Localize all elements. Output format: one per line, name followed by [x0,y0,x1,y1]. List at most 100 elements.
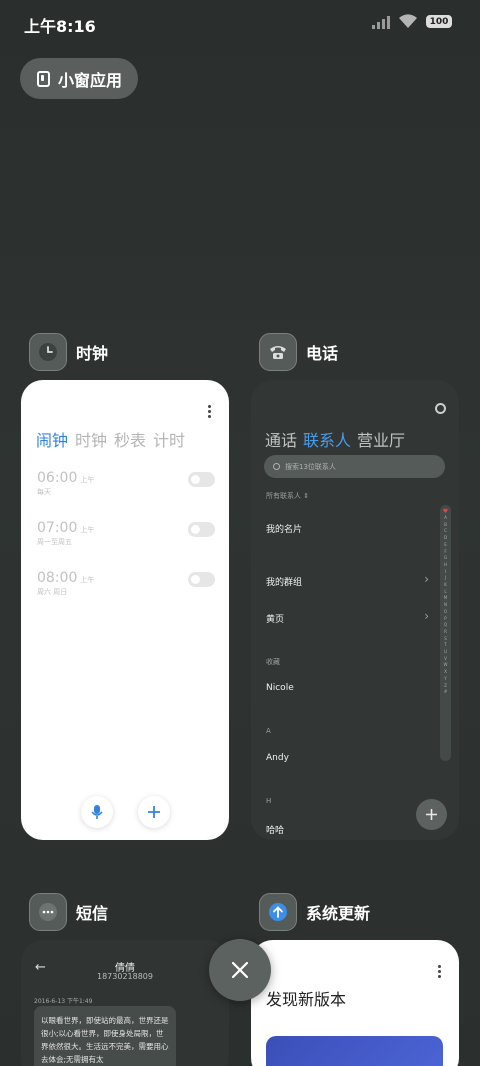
alarm-ampm: 上午 [80,576,95,584]
clock-app-name: 时钟 [76,344,109,363]
alphabet-letter[interactable]: A [444,515,447,522]
alarm-toggle[interactable] [188,472,215,487]
alphabet-letter[interactable]: B [444,522,447,529]
alphabet-letter[interactable]: G [444,555,447,562]
message-bubble: 以眼看世界，即使站的最高，世界还是很小;以心看世界，即使身处局限，世界依然很大。… [34,1006,176,1066]
tab-calls[interactable]: 通话 [265,427,297,451]
alarm-item[interactable]: 06:00 上午 每天 [37,467,215,507]
favorites-heart-icon: ♥ [442,508,449,515]
alphabet-letter[interactable]: Q [444,622,447,629]
status-time: 上午8:16 [24,17,96,36]
update-title: 发现新版本 [266,990,347,1009]
tab-stopwatch[interactable]: 秒表 [114,427,146,451]
add-contact-button[interactable] [416,799,447,830]
tab-service-hall[interactable]: 营业厅 [357,427,405,451]
tab-clock[interactable]: 时钟 [75,427,107,451]
alphabet-letter[interactable]: P [444,616,446,623]
alphabet-letter[interactable]: J [445,575,446,582]
section-label: A [266,727,271,735]
phone-app-header[interactable]: 电话 [259,333,338,371]
alphabet-letter[interactable]: U [444,649,447,656]
alphabet-letter[interactable]: M [444,595,447,602]
alarm-days: 周一至周五 [37,538,72,546]
close-icon [231,961,249,979]
alphabet-letter[interactable]: H [444,562,447,569]
alphabet-letter[interactable]: O [444,609,447,616]
alarm-ampm: 上午 [80,476,95,484]
alphabet-letter[interactable]: L [444,589,446,596]
all-contacts-label: 所有联系人 [266,492,301,500]
phone-icon [270,346,286,359]
add-alarm-button[interactable] [138,796,170,828]
phone-app-icon [259,333,297,371]
alphabet-letter[interactable]: T [444,642,446,649]
signal-icon [372,15,390,29]
tab-timer[interactable]: 计时 [153,427,185,451]
microphone-icon [91,805,103,819]
alphabet-letter[interactable]: C [444,528,447,535]
small-window-button[interactable]: 小窗应用 [20,58,138,99]
contact-search-input[interactable]: 搜索13位联系人 [264,455,445,478]
alarm-toggle[interactable] [188,522,215,537]
alphabet-letter[interactable]: D [444,535,447,542]
update-banner [266,1036,443,1066]
status-icons: 100 [372,14,452,29]
alarm-time: 08:00 [37,570,78,586]
alphabet-letter[interactable]: V [444,656,447,663]
alarm-time: 07:00 [37,520,78,536]
clock-icon [39,343,57,361]
alphabet-letter[interactable]: Y [444,676,446,683]
alphabet-letter[interactable]: X [444,669,447,676]
update-more-icon[interactable] [438,965,442,978]
alphabet-letter[interactable]: Z [444,683,447,690]
alphabet-letter[interactable]: F [444,549,446,556]
alarm-time: 06:00 [37,470,78,486]
clear-all-button[interactable] [209,939,271,1001]
alphabet-index[interactable]: ♥ A B C D E F G H I J K L M N O P Q R S T U V W X Y Z # [440,505,451,761]
voice-alarm-button[interactable] [81,796,113,828]
clock-app-card[interactable]: 闹钟 时钟 秒表 计时 06:00 上午 每天 07:00 上午 周一至周五 08:… [21,380,229,840]
alphabet-letter[interactable]: R [444,629,447,636]
clock-more-icon[interactable] [208,405,212,418]
alarm-item[interactable]: 08:00 上午 周六 周日 [37,567,215,607]
tab-contacts[interactable]: 联系人 [303,427,351,451]
arrow-up-icon [269,903,287,921]
small-window-icon [37,70,50,87]
sms-app-card[interactable]: ← 倩倩 18730218809 2016-6-13 下午1:49 以眼看世界，… [21,940,229,1066]
alphabet-letter[interactable]: I [445,569,446,576]
alphabet-letter[interactable]: S [444,636,447,643]
alphabet-letter[interactable]: # [444,689,447,696]
alphabet-letter[interactable]: K [444,582,447,589]
search-placeholder: 搜索13位联系人 [285,462,336,471]
update-app-header[interactable]: 系统更新 [259,893,370,931]
alarm-toggle[interactable] [188,572,215,587]
tab-alarm[interactable]: 闹钟 [36,427,68,451]
battery-icon: 100 [426,15,452,28]
sms-app-header[interactable]: 短信 [29,893,108,931]
clock-app-header[interactable]: 时钟 [29,333,108,371]
update-app-card[interactable]: 发现新版本 [251,940,459,1066]
sms-date: 2016-6-13 下午1:49 [34,998,93,1005]
my-groups-item[interactable]: 我的群组 [266,575,302,588]
contact-item[interactable]: Andy [266,753,289,763]
settings-icon[interactable] [435,403,446,414]
update-app-icon [259,893,297,931]
alarm-days: 每天 [37,488,51,496]
alarm-item[interactable]: 07:00 上午 周一至周五 [37,517,215,557]
alphabet-letter[interactable]: N [444,602,447,609]
alarm-ampm: 上午 [80,526,95,534]
chevron-right-icon: › [424,572,429,586]
contact-item[interactable]: Nicole [266,683,294,693]
alphabet-letter[interactable]: W [444,662,448,669]
contact-item[interactable]: 哈哈 [266,823,284,836]
yellow-pages-item[interactable]: 黄页 [266,612,284,625]
sms-contact-number: 18730218809 [97,972,153,981]
sort-icon: ⇕ [303,492,310,500]
alphabet-letter[interactable]: E [444,542,447,549]
small-window-label: 小窗应用 [58,70,123,90]
sms-app-name: 短信 [76,904,109,923]
all-contacts-filter[interactable]: 所有联系人 ⇕ [266,491,309,501]
my-card-item[interactable]: 我的名片 [266,522,302,535]
section-label: H [266,797,272,805]
phone-app-card[interactable]: 通话 联系人 营业厅 搜索13位联系人 所有联系人 ⇕ 我的名片 我的群组 › … [251,380,459,840]
